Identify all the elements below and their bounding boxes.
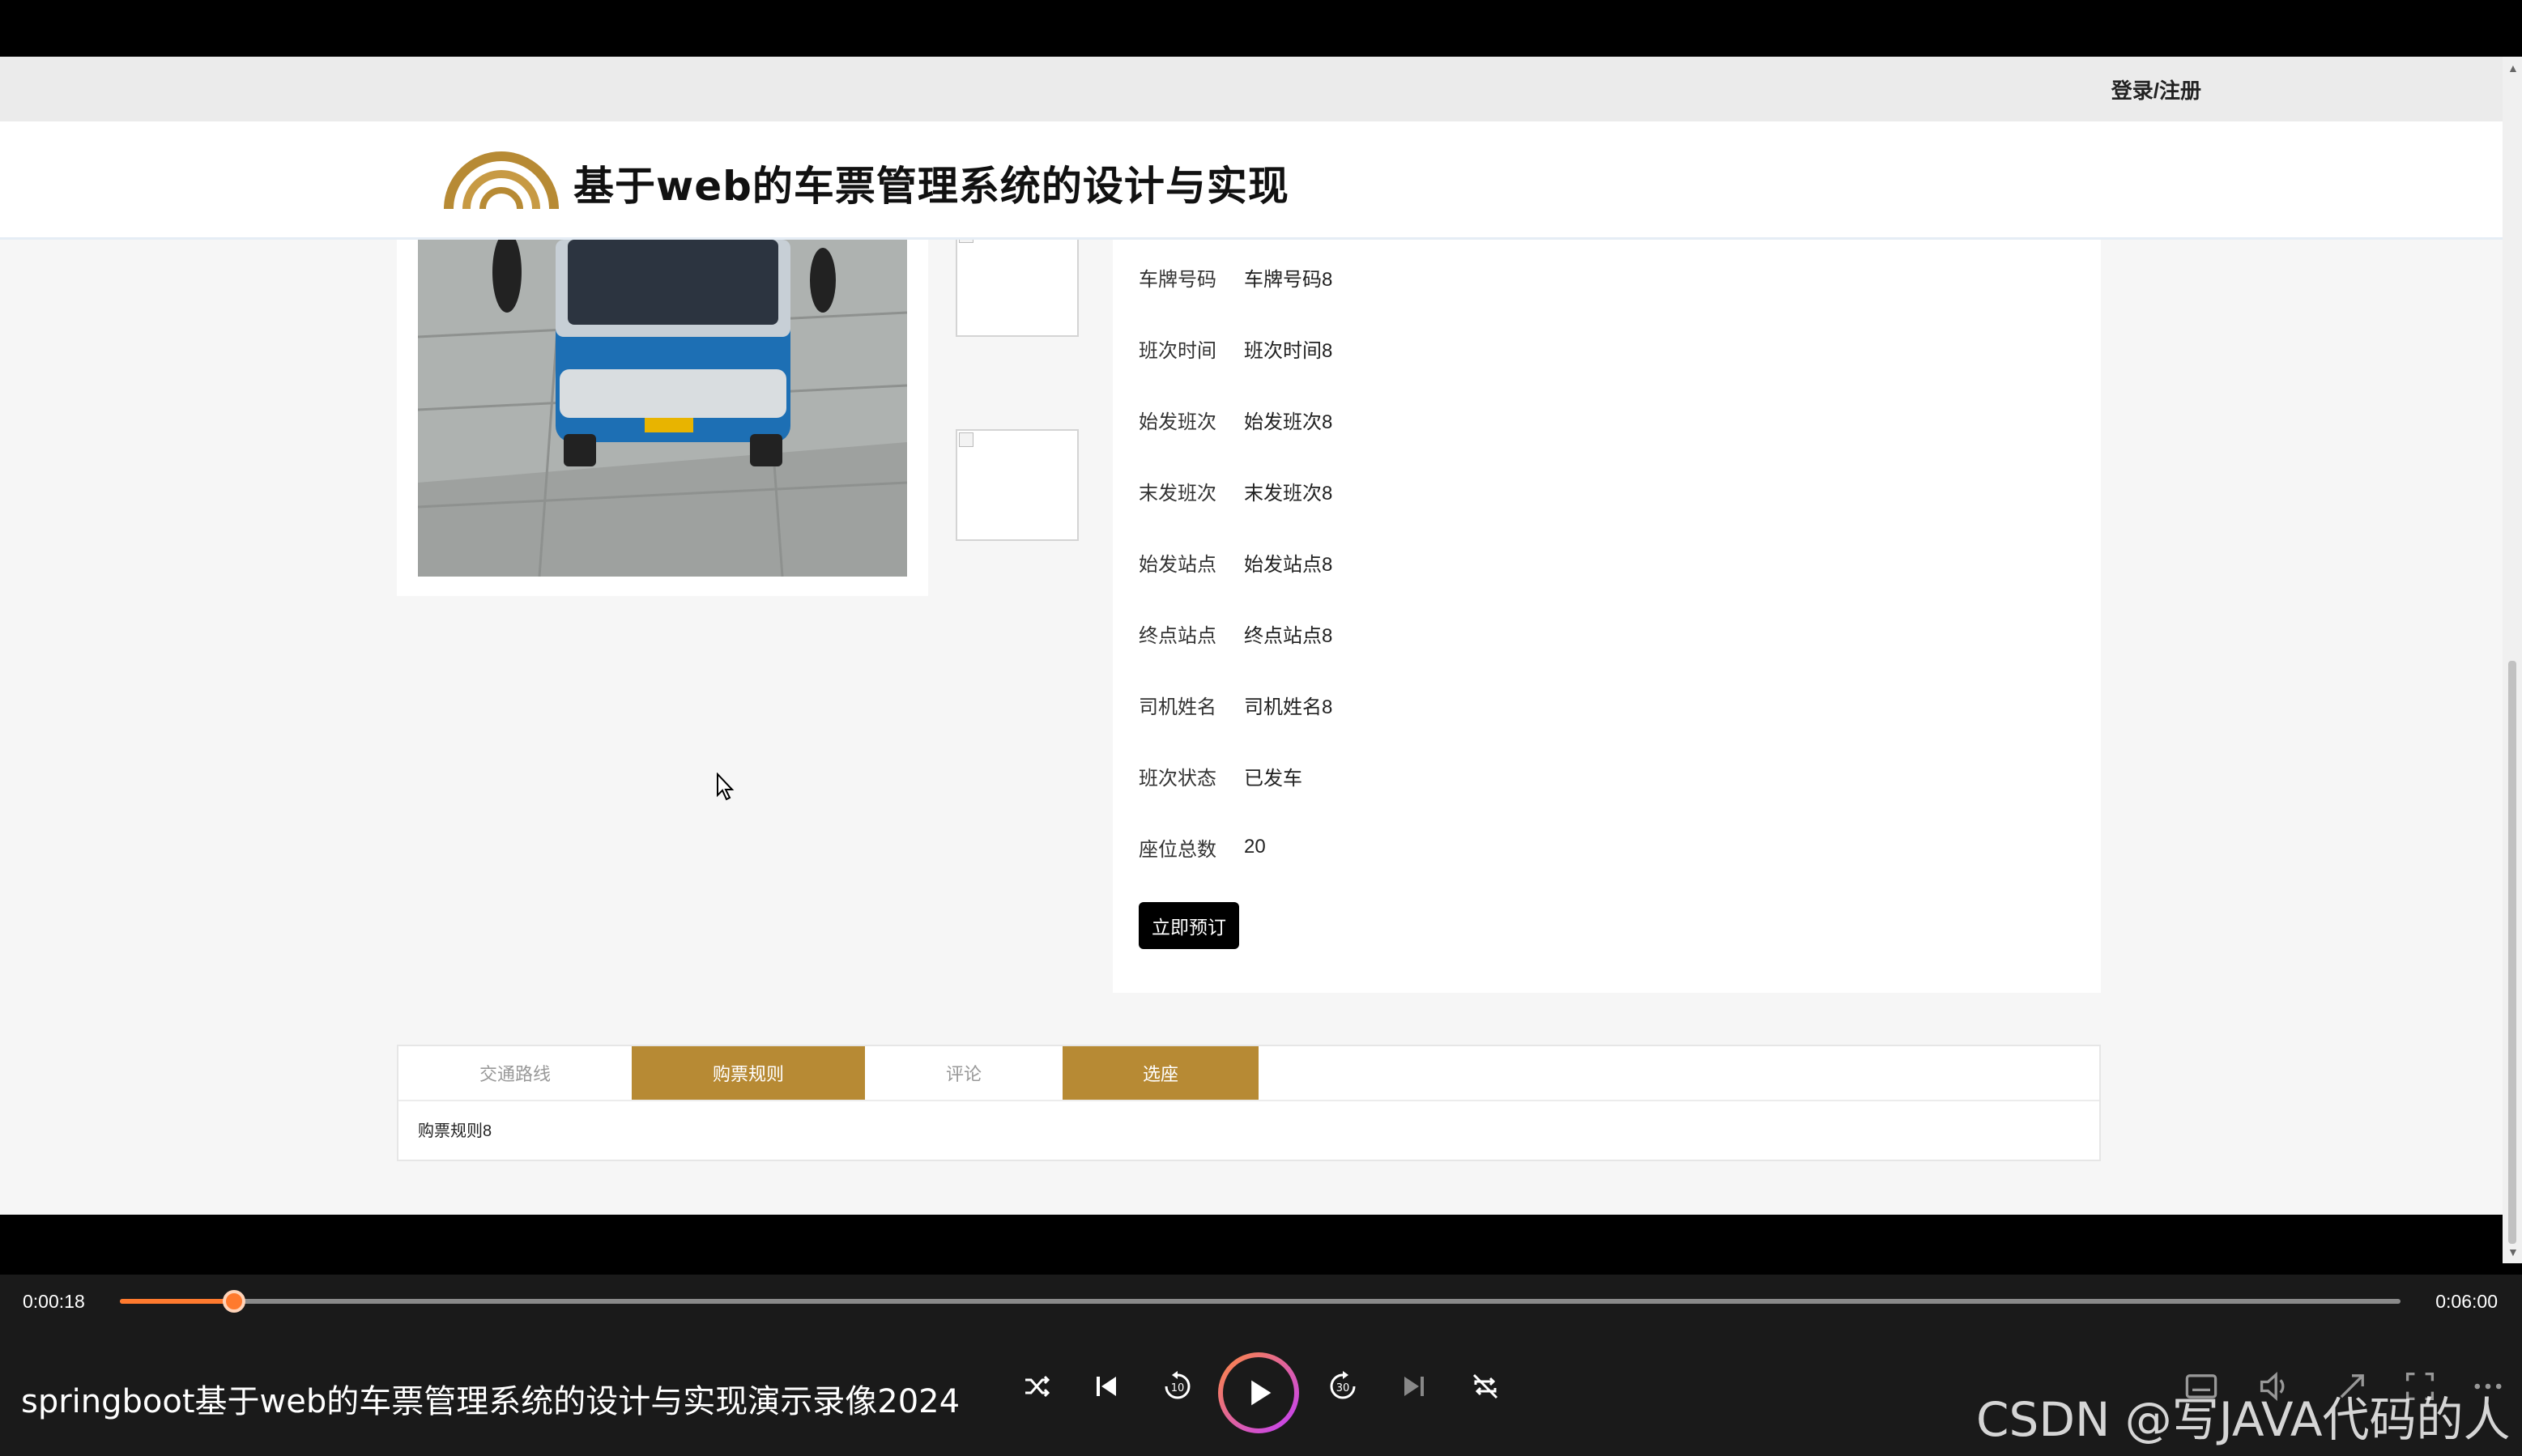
detail-value: 末发班次8: [1244, 482, 1333, 504]
tab-select-seat[interactable]: 选座: [1063, 1046, 1259, 1100]
svg-text:10: 10: [1171, 1382, 1185, 1394]
tab-comments[interactable]: 评论: [865, 1046, 1063, 1100]
detail-value: 终点站点8: [1244, 624, 1333, 647]
detail-value: 车牌号码8: [1244, 268, 1333, 291]
broken-image-icon: [959, 432, 973, 447]
next-icon: [1404, 1377, 1424, 1396]
detail-label: 班次状态: [1139, 767, 1216, 790]
repeat-off-icon: [1472, 1373, 1498, 1399]
detail-value: 20: [1244, 836, 1266, 858]
detail-label: 车牌号码: [1139, 268, 1216, 291]
scroll-up-icon[interactable]: ▲: [2507, 62, 2519, 75]
shuffle-icon: [1025, 1375, 1050, 1398]
detail-row-plate: 车牌号码 车牌号码8: [1139, 261, 1332, 293]
rewind-button[interactable]: 10: [1155, 1364, 1200, 1409]
bus-photo: [418, 240, 907, 577]
detail-label: 终点站点: [1139, 624, 1216, 647]
detail-row-origin: 始发站点 始发站点8: [1139, 546, 1332, 578]
svg-text:30: 30: [1336, 1382, 1350, 1394]
progress-fill: [120, 1299, 234, 1304]
play-icon: [1251, 1380, 1272, 1406]
shuffle-button[interactable]: [1014, 1364, 1059, 1409]
detail-label: 座位总数: [1139, 838, 1216, 861]
total-time: 0:06:00: [2435, 1291, 2498, 1312]
site-header: 基于web的车票管理系统的设计与实现: [0, 121, 2503, 240]
detail-row-destination: 终点站点 终点站点8: [1139, 617, 1332, 649]
tab-content: 购票规则8: [418, 1122, 492, 1140]
browser-viewport: 登录/注册 基于web的车票管理系统的设计与实现 车牌号码 车牌号码8 班次时间…: [0, 57, 2503, 1215]
previous-icon: [1097, 1377, 1116, 1396]
play-button-inner: [1223, 1357, 1294, 1428]
detail-label: 末发班次: [1139, 482, 1216, 504]
thumbnail-1[interactable]: [956, 225, 1079, 337]
detail-label: 司机姓名: [1139, 696, 1216, 718]
scrollbar-thumb[interactable]: [2508, 661, 2516, 1244]
screen: 登录/注册 基于web的车票管理系统的设计与实现 车牌号码 车牌号码8 班次时间…: [0, 0, 2522, 1456]
top-bar: 登录/注册: [0, 57, 2503, 121]
tab-traffic-route[interactable]: 交通路线: [398, 1046, 632, 1100]
tab-purchase-rules[interactable]: 购票规则: [632, 1046, 865, 1100]
login-register-link[interactable]: 登录/注册: [2111, 75, 2201, 104]
detail-row-time: 班次时间 班次时间8: [1139, 332, 1332, 364]
scroll-down-icon[interactable]: ▼: [2507, 1245, 2519, 1258]
detail-row-driver: 司机姓名 司机姓名8: [1139, 688, 1332, 721]
tab-bar: 交通路线 购票规则 评论 选座: [398, 1046, 1259, 1100]
detail-row-first-run: 始发班次 始发班次8: [1139, 403, 1332, 436]
rewind-10-icon: 10: [1165, 1371, 1191, 1399]
site-title: 基于web的车票管理系统的设计与实现: [573, 163, 1289, 210]
forward-button[interactable]: 30: [1320, 1364, 1365, 1409]
logo-icon[interactable]: [442, 143, 560, 215]
page-scrollbar[interactable]: ▲ ▼: [2503, 57, 2522, 1263]
detail-value: 始发站点8: [1244, 553, 1333, 576]
detail-label: 始发站点: [1139, 553, 1216, 576]
ticket-detail-panel: 车牌号码 车牌号码8 班次时间 班次时间8 始发班次 始发班次8 末发班次 末发…: [1113, 240, 2101, 993]
thumbnail-2[interactable]: [956, 429, 1079, 541]
detail-value: 班次时间8: [1244, 339, 1333, 362]
video-player-controls: 0:00:18 0:06:00 springboot基于web的车票管理系统的设…: [0, 1275, 2522, 1456]
detail-value: 司机姓名8: [1244, 696, 1333, 718]
repeat-button[interactable]: [1463, 1364, 1508, 1409]
main-image-card: [397, 240, 928, 596]
mouse-cursor-icon: [717, 773, 735, 801]
detail-label: 班次时间: [1139, 339, 1216, 362]
detail-value: 已发车: [1244, 767, 1302, 790]
book-now-button[interactable]: 立即预订: [1139, 902, 1239, 949]
detail-row-status: 班次状态 已发车: [1139, 760, 1302, 792]
detail-label: 始发班次: [1139, 411, 1216, 433]
current-time: 0:00:18: [23, 1291, 85, 1312]
next-button[interactable]: [1391, 1364, 1437, 1409]
previous-button[interactable]: [1084, 1364, 1129, 1409]
csdn-watermark: CSDN @写JAVA代码的人: [1976, 1392, 2511, 1447]
video-title: springboot基于web的车票管理系统的设计与实现演示录像2024: [21, 1383, 961, 1420]
play-button[interactable]: [1218, 1352, 1299, 1433]
detail-row-seats: 座位总数 20: [1139, 831, 1266, 863]
detail-value: 始发班次8: [1244, 411, 1333, 433]
tabs-panel: 交通路线 购票规则 评论 选座 购票规则8: [397, 1045, 2101, 1161]
progress-knob[interactable]: [222, 1290, 245, 1313]
tab-divider: [398, 1100, 2099, 1101]
detail-row-last-run: 末发班次 末发班次8: [1139, 475, 1332, 507]
forward-30-icon: 30: [1330, 1371, 1356, 1399]
progress-bar[interactable]: [120, 1290, 2401, 1313]
